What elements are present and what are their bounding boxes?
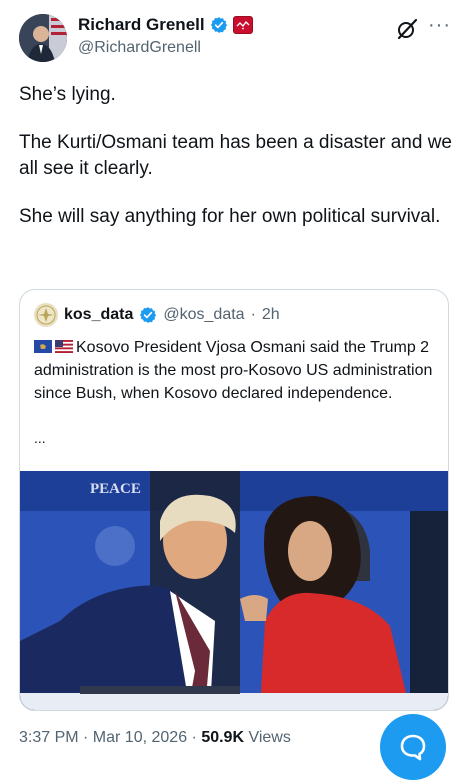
quoted-text-block: Kosovo President Vjosa Osmani said the T… [34,336,434,405]
reply-bubble-icon [400,734,426,761]
quoted-time[interactable]: 2h [262,306,280,324]
tweet-paragraph: She’s lying. [19,84,116,105]
verified-badge-icon [140,307,157,323]
reply-fab-button[interactable] [380,714,446,780]
views-count[interactable]: 50.9K [201,729,244,746]
us-flag-icon [55,340,73,353]
quoted-more[interactable]: ... [34,430,46,446]
quoted-name[interactable]: kos_data [64,306,133,324]
tweet-text: She’s lying. The Kurti/Osmani team has b… [19,82,459,252]
verified-badge-icon [210,17,227,33]
quoted-tweet-header: kos_data @kos_data · 2h [34,302,280,328]
author-handle[interactable]: @RichardGrenell [78,39,253,57]
author-avatar[interactable] [19,14,67,62]
quoted-handle[interactable]: @kos_data [163,306,244,324]
quoted-media-image[interactable]: PEACE [20,471,448,710]
separator-dot: · [250,306,256,323]
quoted-tweet[interactable]: kos_data @kos_data · 2h Kosovo President… [19,289,449,711]
kosovo-flag-icon [34,340,52,353]
tweet-paragraph: The Kurti/Osmani team has been a disaste… [19,132,453,179]
affiliation-badge-icon[interactable] [232,16,253,34]
author-name[interactable]: Richard Grenell [78,15,205,35]
more-icon[interactable]: ··· [428,14,451,37]
tweet-meta: 3:37 PM · Mar 10, 2026 · 50.9K Views [19,729,291,747]
views-label: Views [244,729,291,746]
tweet-paragraph: She will say anything for her own politi… [19,206,441,227]
tweet-timestamp[interactable]: 3:37 PM · Mar 10, 2026 · [19,729,201,746]
grok-icon[interactable] [396,18,418,40]
banner-text: PEACE [90,481,141,497]
quoted-text: Kosovo President Vjosa Osmani said the T… [34,339,433,402]
author-block: Richard Grenell @RichardGrenell [78,14,253,57]
quoted-avatar[interactable] [34,303,58,327]
